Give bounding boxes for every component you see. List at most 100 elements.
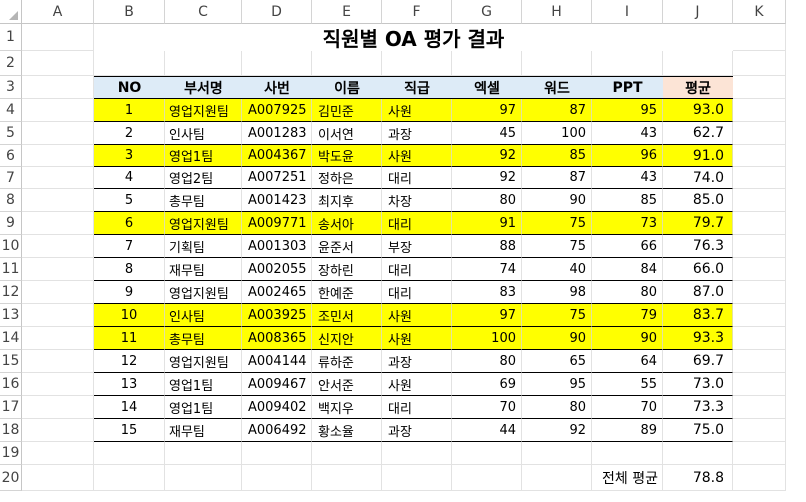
cell-no[interactable]: 6 <box>94 212 165 235</box>
column-header-d[interactable]: D <box>242 0 312 24</box>
cell-avg[interactable]: 87.0 <box>663 281 733 304</box>
cell[interactable] <box>94 465 165 491</box>
cell-word[interactable]: 87 <box>522 99 592 122</box>
row-header-9[interactable]: 9 <box>0 212 22 235</box>
cell-name[interactable]: 이서연 <box>312 122 382 145</box>
cell[interactable] <box>522 465 592 491</box>
cell-rank[interactable]: 부장 <box>382 235 452 258</box>
cell-avg[interactable]: 91.0 <box>663 145 733 167</box>
cell-id[interactable]: A004367 <box>242 145 312 167</box>
cell-name[interactable]: 백지우 <box>312 396 382 419</box>
cell[interactable] <box>22 189 94 212</box>
cell-no[interactable]: 13 <box>94 373 165 396</box>
cell-excel[interactable]: 74 <box>452 258 522 281</box>
cell[interactable] <box>733 465 786 491</box>
row-header-2[interactable]: 2 <box>0 51 22 76</box>
cell-no[interactable]: 14 <box>94 396 165 419</box>
cell[interactable] <box>733 396 786 419</box>
cell-name[interactable]: 최지후 <box>312 189 382 212</box>
cell-excel[interactable]: 97 <box>452 304 522 327</box>
cell-avg[interactable]: 74.0 <box>663 167 733 189</box>
row-header-11[interactable]: 11 <box>0 258 22 281</box>
cell-no[interactable]: 2 <box>94 122 165 145</box>
cell-rank[interactable]: 과장 <box>382 419 452 442</box>
cell[interactable] <box>522 51 592 76</box>
column-header-k[interactable]: K <box>733 0 786 24</box>
cell-id[interactable]: A007925 <box>242 99 312 122</box>
header-dept[interactable]: 부서명 <box>165 76 242 99</box>
row-header-16[interactable]: 16 <box>0 373 22 396</box>
cell[interactable] <box>94 442 165 465</box>
cell-no[interactable]: 4 <box>94 167 165 189</box>
cell-rank[interactable]: 대리 <box>382 167 452 189</box>
sheet-title[interactable]: 직원별 OA 평가 결과 <box>94 24 733 51</box>
cell-ppt[interactable]: 90 <box>592 327 663 350</box>
cell[interactable] <box>22 373 94 396</box>
cell-id[interactable]: A002465 <box>242 281 312 304</box>
cell[interactable] <box>22 419 94 442</box>
cell-name[interactable]: 윤준서 <box>312 235 382 258</box>
cell-excel[interactable]: 83 <box>452 281 522 304</box>
cell-id[interactable]: A001283 <box>242 122 312 145</box>
cell[interactable] <box>22 212 94 235</box>
header-rank[interactable]: 직급 <box>382 76 452 99</box>
cell[interactable] <box>22 235 94 258</box>
cell-no[interactable]: 8 <box>94 258 165 281</box>
cell-dept[interactable]: 영업1팀 <box>165 373 242 396</box>
cell-dept[interactable]: 영업지원팀 <box>165 212 242 235</box>
column-header-e[interactable]: E <box>312 0 382 24</box>
row-header-5[interactable]: 5 <box>0 122 22 145</box>
cell[interactable] <box>165 442 242 465</box>
row-header-4[interactable]: 4 <box>0 99 22 122</box>
cell-word[interactable]: 90 <box>522 327 592 350</box>
cell-rank[interactable]: 대리 <box>382 396 452 419</box>
cell-name[interactable]: 장하린 <box>312 258 382 281</box>
cell-avg[interactable]: 85.0 <box>663 189 733 212</box>
cell[interactable] <box>733 442 786 465</box>
cell-rank[interactable]: 사원 <box>382 373 452 396</box>
cell-dept[interactable]: 영업1팀 <box>165 145 242 167</box>
cell-excel[interactable]: 44 <box>452 419 522 442</box>
cell-word[interactable]: 90 <box>522 189 592 212</box>
cell-id[interactable]: A006492 <box>242 419 312 442</box>
cell-name[interactable]: 김민준 <box>312 99 382 122</box>
cell-avg[interactable]: 66.0 <box>663 258 733 281</box>
cell[interactable] <box>22 76 94 99</box>
cell-rank[interactable]: 사원 <box>382 99 452 122</box>
cell-rank[interactable]: 사원 <box>382 145 452 167</box>
cell[interactable] <box>733 281 786 304</box>
cell[interactable] <box>22 24 94 51</box>
cell-no[interactable]: 12 <box>94 350 165 373</box>
cell-avg[interactable]: 83.7 <box>663 304 733 327</box>
row-header-14[interactable]: 14 <box>0 327 22 350</box>
cell-rank[interactable]: 대리 <box>382 258 452 281</box>
cell[interactable] <box>733 304 786 327</box>
cell-dept[interactable]: 영업지원팀 <box>165 350 242 373</box>
cell-word[interactable]: 85 <box>522 145 592 167</box>
cell-ppt[interactable]: 84 <box>592 258 663 281</box>
cell-word[interactable]: 98 <box>522 281 592 304</box>
cell-no[interactable]: 10 <box>94 304 165 327</box>
cell-name[interactable]: 박도윤 <box>312 145 382 167</box>
cell-id[interactable]: A008365 <box>242 327 312 350</box>
cell[interactable] <box>22 145 94 167</box>
cell-dept[interactable]: 총무팀 <box>165 327 242 350</box>
cell-id[interactable]: A009402 <box>242 396 312 419</box>
cell-excel[interactable]: 69 <box>452 373 522 396</box>
cell-ppt[interactable]: 70 <box>592 396 663 419</box>
cell[interactable] <box>22 167 94 189</box>
cell-avg[interactable]: 69.7 <box>663 350 733 373</box>
cell[interactable] <box>22 465 94 491</box>
cell-word[interactable]: 40 <box>522 258 592 281</box>
cell-dept[interactable]: 영업지원팀 <box>165 99 242 122</box>
cell-excel[interactable]: 70 <box>452 396 522 419</box>
cell-ppt[interactable]: 43 <box>592 122 663 145</box>
cell-excel[interactable]: 91 <box>452 212 522 235</box>
cell-excel[interactable]: 97 <box>452 99 522 122</box>
cell[interactable] <box>22 51 94 76</box>
cell-dept[interactable]: 기획팀 <box>165 235 242 258</box>
total-average-value[interactable]: 78.8 <box>663 465 733 491</box>
cell-ppt[interactable]: 95 <box>592 99 663 122</box>
header-word[interactable]: 워드 <box>522 76 592 99</box>
cell[interactable] <box>242 442 312 465</box>
